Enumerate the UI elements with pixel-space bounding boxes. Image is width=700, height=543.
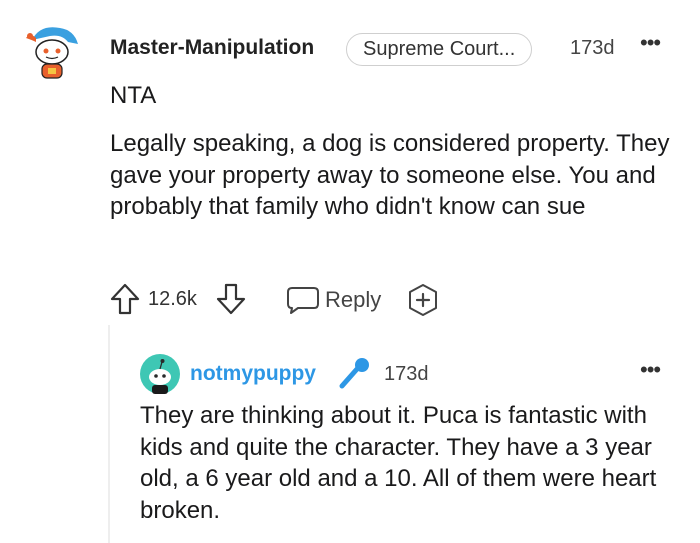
- more-options-icon[interactable]: •••: [640, 30, 661, 56]
- comment-author[interactable]: Master-Manipulation: [110, 36, 314, 60]
- more-options-icon[interactable]: •••: [640, 357, 661, 383]
- snoo-avatar[interactable]: [22, 22, 82, 82]
- comment-timestamp: 173d: [570, 37, 615, 59]
- snoo-avatar-reply[interactable]: [140, 354, 180, 394]
- speech-bubble-icon[interactable]: [286, 285, 320, 315]
- reply-author[interactable]: notmypuppy: [190, 362, 316, 386]
- arrow-up-icon[interactable]: [110, 283, 140, 315]
- award-plus-icon[interactable]: [406, 283, 440, 317]
- reply-body: They are thinking about it. Puca is fant…: [140, 402, 657, 524]
- reply-timestamp: 173d: [384, 363, 429, 385]
- microphone-icon: [339, 358, 369, 389]
- reply-button[interactable]: Reply: [325, 287, 381, 313]
- arrow-down-icon[interactable]: [216, 283, 246, 315]
- vote-score: 12.6k: [148, 288, 197, 310]
- thread-line: [108, 325, 110, 543]
- comment-body: Legally speaking, a dog is considered pr…: [110, 130, 670, 220]
- user-flair: Supreme Court...: [346, 33, 533, 66]
- comment-verdict: NTA: [110, 82, 157, 109]
